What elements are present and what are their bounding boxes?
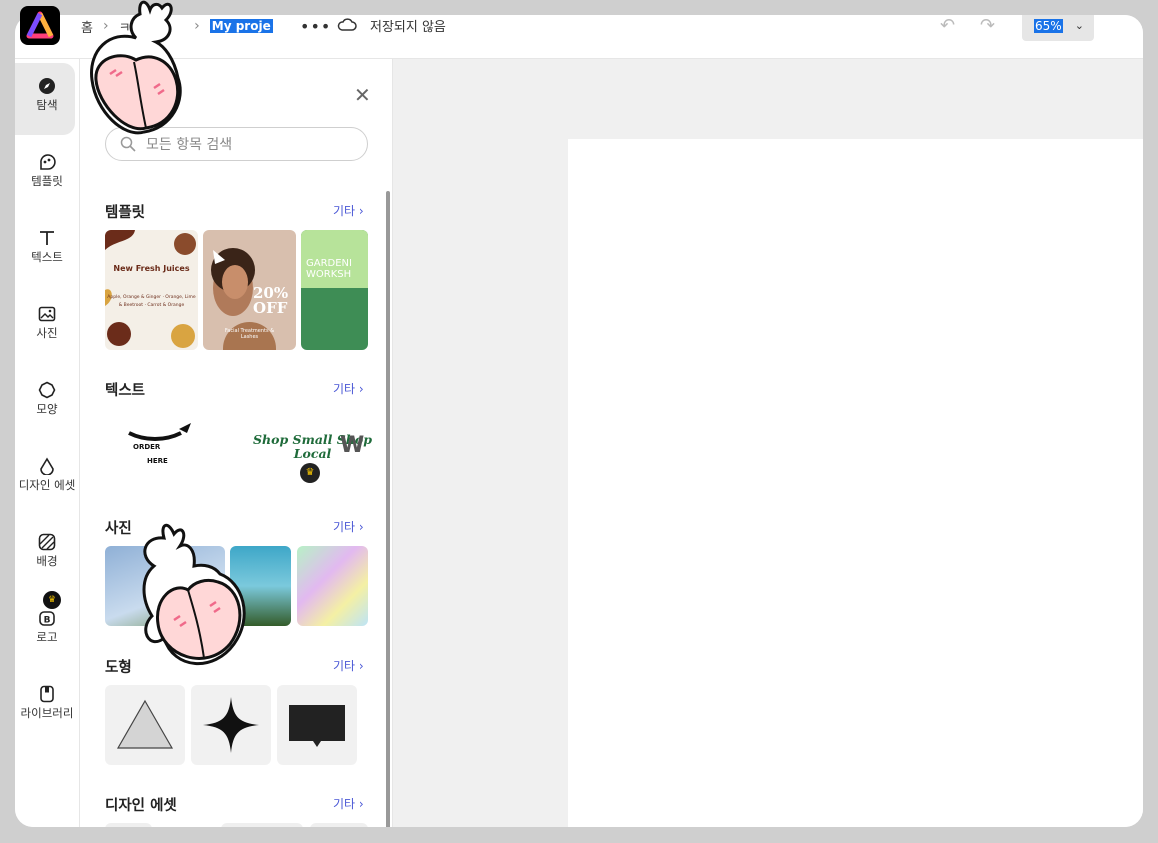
shape-star[interactable] <box>191 685 271 765</box>
photo-thumbnail[interactable] <box>297 546 368 626</box>
rail-item-shapes[interactable]: 모양 <box>15 363 79 433</box>
rail-label: 탐색 <box>36 98 58 112</box>
rail-item-library[interactable]: 라이브러리 <box>15 667 79 737</box>
canvas-area[interactable] <box>393 59 1143 827</box>
text-sample-shop[interactable]: Shop Small Shop Local <box>233 433 392 461</box>
artboard[interactable] <box>568 139 1143 827</box>
undo-icon[interactable]: ↶ <box>940 15 955 36</box>
rail-label: 템플릿 <box>31 174 63 188</box>
templates-more-link[interactable]: 기타 › <box>333 202 364 219</box>
svg-text:ORDER: ORDER <box>133 443 161 451</box>
adobe-express-logo-icon <box>26 11 54 39</box>
rail-label: 배경 <box>36 554 58 568</box>
rail-label: 로고 <box>36 630 58 644</box>
design-assets-icon <box>40 457 54 475</box>
section-title-text: 텍스트 <box>105 383 146 399</box>
top-bar: 홈 › ㅋ › › My proje ••• 저장되지 않음 ↶ ↷ 65% ⌄ <box>15 15 1143 59</box>
rail-item-design-assets[interactable]: 디자인 에셋 <box>15 439 79 509</box>
photo-icon <box>38 306 56 322</box>
rail-label: 디자인 에셋 <box>18 478 76 492</box>
template-title: GARDENI WORKSH <box>306 258 352 280</box>
breadcrumb-home[interactable]: 홈 <box>81 17 93 36</box>
explore-panel: ✕ 모든 항목 검색 템플릿 기타 › New Fresh Juices App… <box>80 59 393 827</box>
rail-label: 라이브러리 <box>20 706 74 720</box>
rail-item-text[interactable]: 텍스트 <box>15 211 79 281</box>
premium-crown-icon: ♛ <box>43 591 61 609</box>
design-asset-thumbnail[interactable] <box>105 823 152 827</box>
design-asset-thumbnail[interactable]: ✱✱✱ <box>159 823 214 827</box>
rail-label: 모양 <box>36 402 58 416</box>
rail-item-templates[interactable]: 템플릿 <box>15 135 79 205</box>
text-sample-w[interactable]: W <box>340 433 364 458</box>
shape-triangle[interactable] <box>105 685 185 765</box>
rail-item-logo[interactable]: B ♛ 로고 <box>15 591 79 661</box>
text-more-link[interactable]: 기타 › <box>333 380 364 397</box>
project-name[interactable]: My proje <box>209 19 273 33</box>
zoom-dropdown[interactable]: 65% ⌄ <box>1022 15 1094 41</box>
template-card[interactable]: GARDENI WORKSH <box>301 230 368 350</box>
shape-icon <box>38 381 56 399</box>
premium-crown-icon: ♛ <box>300 463 320 483</box>
app-logo[interactable] <box>20 6 60 45</box>
left-rail: 탐색 템플릿 텍스트 사진 모양 디자인 에셋 배경 B ♛ 로고 라이브러리 <box>15 59 80 827</box>
breadcrumb: 홈 › ㅋ › › My proje <box>81 15 273 37</box>
text-sample-order[interactable]: ORDER HERE <box>125 419 197 469</box>
panel-scrollbar[interactable] <box>386 191 390 827</box>
photos-more-link[interactable]: 기타 › <box>333 518 364 535</box>
search-placeholder: 모든 항목 검색 <box>146 137 233 153</box>
photo-thumbnail[interactable] <box>105 546 225 626</box>
section-title-photos: 사진 <box>105 521 132 537</box>
more-options-button[interactable]: ••• <box>300 17 331 36</box>
template-card[interactable]: New Fresh Juices Apple, Orange & Ginger … <box>105 230 198 350</box>
rail-label: 사진 <box>36 326 58 340</box>
triangle-icon <box>116 699 174 749</box>
cloud-icon <box>337 18 357 31</box>
save-status: 저장되지 않음 <box>370 20 446 35</box>
template-discount: 20% OFF <box>253 284 289 317</box>
shape-speech-bubble[interactable] <box>277 685 357 765</box>
search-input[interactable]: 모든 항목 검색 <box>105 127 368 161</box>
speech-bubble-icon <box>289 705 345 747</box>
text-icon <box>40 231 54 245</box>
shapes-more-link[interactable]: 기타 › <box>333 657 364 674</box>
sparkle-star-icon <box>203 697 259 753</box>
app-window: 홈 › ㅋ › › My proje ••• 저장되지 않음 ↶ ↷ 65% ⌄… <box>15 15 1143 827</box>
palm-tree-icon: ✱✱✱ <box>159 826 190 827</box>
rail-label: 텍스트 <box>31 250 63 264</box>
design-asset-thumbnail[interactable] <box>221 823 303 827</box>
section-title-templates: 템플릿 <box>105 205 146 221</box>
svg-text:HERE: HERE <box>147 457 168 465</box>
rail-item-explore[interactable]: 탐색 <box>15 59 79 135</box>
explore-icon <box>39 78 55 94</box>
template-decoration <box>105 230 196 348</box>
photo-thumbnail[interactable] <box>230 546 291 626</box>
chevron-right-icon: › <box>194 18 200 34</box>
chevron-right-icon: › <box>102 18 109 34</box>
close-icon[interactable]: ✕ <box>354 83 371 107</box>
chevron-down-icon: ⌄ <box>1074 19 1084 32</box>
rail-item-background[interactable]: 배경 <box>15 515 79 585</box>
background-icon <box>38 533 56 551</box>
section-title-design-assets: 디자인 에셋 <box>105 798 177 814</box>
svg-text:B: B <box>44 616 51 626</box>
design-asset-thumbnail[interactable] <box>310 823 368 827</box>
design-assets-more-link[interactable]: 기타 › <box>333 795 364 812</box>
logo-icon: B <box>39 611 55 626</box>
library-icon <box>40 685 54 703</box>
section-title-shapes: 도형 <box>105 660 132 676</box>
rail-item-photos[interactable]: 사진 <box>15 287 79 357</box>
zoom-value: 65% <box>1034 18 1063 33</box>
breadcrumb-folder[interactable]: ㅋ <box>119 17 131 36</box>
templates-icon <box>40 154 56 170</box>
redo-icon[interactable]: ↷ <box>980 15 995 36</box>
chevron-right-icon: › <box>140 18 147 34</box>
template-title: New Fresh Juices <box>113 264 190 273</box>
template-card[interactable]: 20% OFF Facial Treatments & Lashes <box>203 230 296 350</box>
template-text: Apple, Orange & Ginger · Orange, Lime & … <box>107 295 196 308</box>
search-icon <box>120 136 136 152</box>
